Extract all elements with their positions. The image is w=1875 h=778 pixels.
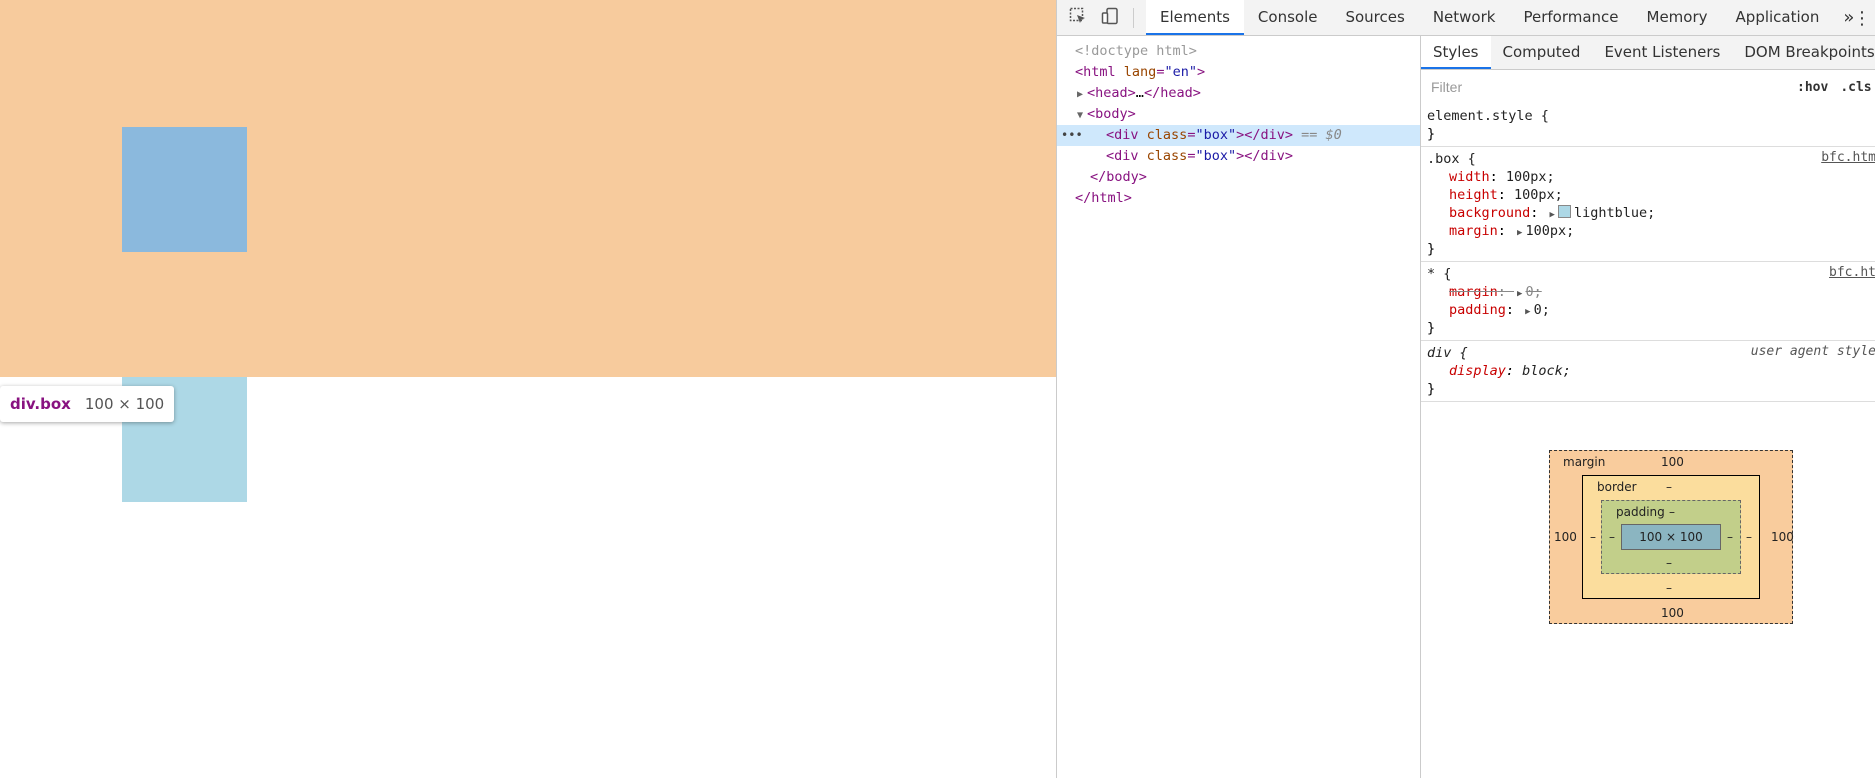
dom-body-node[interactable]: ▼ <body> [1057, 104, 1420, 125]
tooltip-selector: div.box [10, 395, 71, 413]
rule-source-link[interactable]: bfc.ht [1829, 265, 1875, 280]
inspect-tooltip: div.box 100 × 100 [0, 386, 175, 422]
border-label: border [1597, 480, 1637, 494]
css-property[interactable]: height: 100px; [1427, 186, 1875, 204]
tab-performance[interactable]: Performance [1509, 0, 1632, 35]
rule-selector[interactable]: .box { [1427, 150, 1875, 168]
subtab-event-listeners[interactable]: Event Listeners [1592, 36, 1732, 69]
dom-tree: <!doctype html> <html lang="en"> ▶ <head>… [1057, 36, 1421, 778]
border-bottom-value[interactable]: – [1666, 581, 1672, 595]
tab-memory[interactable]: Memory [1633, 0, 1722, 35]
rule-source-label: user agent style [1750, 344, 1875, 359]
css-property[interactable]: background: ▶ lightblue; [1427, 204, 1875, 222]
devtools-panel: Elements Console Sources Network Perform… [1056, 0, 1875, 778]
rule-source-link[interactable]: bfc.htm [1821, 150, 1875, 165]
class-toggle[interactable]: .cls [1840, 80, 1871, 95]
dom-html-close[interactable]: </html> [1057, 188, 1420, 209]
subtab-styles[interactable]: Styles [1421, 36, 1491, 69]
dom-div-box[interactable]: <div class="box"></div> [1057, 146, 1420, 167]
dom-body-close[interactable]: </body> [1057, 167, 1420, 188]
padding-right-value[interactable]: – [1727, 530, 1733, 544]
styles-filter-input[interactable] [1425, 75, 1785, 99]
color-swatch[interactable] [1557, 205, 1571, 218]
styles-subtabs: Styles Computed Event Listeners DOM Brea… [1421, 36, 1875, 70]
rule-close: } [1427, 320, 1436, 336]
padding-label: padding [1616, 505, 1665, 519]
border-right-value[interactable]: – [1746, 530, 1752, 544]
page-viewport: div.box 100 × 100 [0, 0, 1056, 778]
padding-bottom-value[interactable]: – [1666, 556, 1672, 570]
main-tabs: Elements Console Sources Network Perform… [1146, 0, 1864, 35]
subtab-dom-breakpoints[interactable]: DOM Breakpoints [1732, 36, 1875, 69]
border-top-value[interactable]: – [1666, 480, 1672, 494]
devtools-toolbar: Elements Console Sources Network Perform… [1057, 0, 1875, 36]
box-model-diagram: 100 × 100 margin 100 100 100 100 border … [1549, 450, 1794, 624]
rule-element-style: element.style { } [1421, 104, 1875, 147]
collapse-triangle-icon[interactable]: ▼ [1077, 105, 1087, 126]
rule-selector[interactable]: * { [1427, 265, 1875, 283]
box-model-content[interactable]: 100 × 100 [1621, 524, 1721, 550]
tab-network[interactable]: Network [1419, 0, 1510, 35]
border-left-value[interactable]: – [1590, 530, 1596, 544]
margin-top-value[interactable]: 100 [1661, 455, 1684, 469]
inspect-element-icon[interactable] [1069, 7, 1087, 29]
expand-triangle-icon[interactable]: ▶ [1077, 84, 1087, 105]
css-property[interactable]: width: 100px; [1427, 168, 1875, 186]
devtools-menu-icon[interactable]: ⋮ [1853, 8, 1871, 29]
expand-shorthand-icon[interactable]: ▶ [1517, 224, 1522, 242]
dom-html-node[interactable]: <html lang="en"> [1057, 62, 1420, 83]
tab-elements[interactable]: Elements [1146, 0, 1244, 35]
tab-console[interactable]: Console [1244, 0, 1332, 35]
padding-left-value[interactable]: – [1609, 530, 1615, 544]
hover-state-toggle[interactable]: :hov [1797, 80, 1828, 95]
subtab-computed[interactable]: Computed [1491, 36, 1593, 69]
dom-doctype[interactable]: <!doctype html> [1057, 41, 1420, 62]
rule-close: } [1427, 241, 1436, 257]
style-rules: element.style { } bfc.htm .box { width: … [1421, 104, 1875, 402]
tooltip-dimensions: 100 × 100 [84, 395, 165, 413]
filter-row: :hov .cls [1421, 70, 1875, 104]
tab-application[interactable]: Application [1722, 0, 1834, 35]
margin-right-value[interactable]: 100 [1771, 530, 1794, 544]
dom-head-node[interactable]: ▶ <head>…</head> [1057, 83, 1420, 104]
rule-user-agent-div: user agent style div { display: block; } [1421, 341, 1875, 402]
padding-top-value[interactable]: – [1669, 505, 1675, 519]
margin-label: margin [1563, 455, 1606, 469]
device-toolbar-icon[interactable] [1101, 7, 1119, 29]
css-property: display: block; [1449, 363, 1571, 379]
rule-box: bfc.htm .box { width: 100px; height: 100… [1421, 147, 1875, 262]
css-property[interactable]: padding: ▶ 0; [1427, 301, 1875, 319]
rule-close: } [1427, 381, 1436, 397]
margin-left-value[interactable]: 100 [1554, 530, 1577, 544]
css-property-overridden[interactable]: margin: ▶ 0; [1427, 283, 1875, 301]
css-property[interactable]: margin: ▶ 100px; [1427, 222, 1875, 240]
row-actions-icon[interactable]: ••• [1061, 125, 1083, 146]
rule-universal: bfc.ht * { margin: ▶ 0; padding: ▶ 0; } [1421, 262, 1875, 341]
styles-pane: Styles Computed Event Listeners DOM Brea… [1421, 36, 1875, 778]
toolbar-divider [1133, 7, 1134, 28]
margin-bottom-value[interactable]: 100 [1661, 606, 1684, 620]
box-element-highlighted[interactable] [122, 127, 247, 252]
dom-div-box-selected[interactable]: ••• <div class="box"></div> == $0 [1057, 125, 1420, 146]
rule-close: } [1427, 126, 1436, 142]
tab-sources[interactable]: Sources [1331, 0, 1418, 35]
rule-selector[interactable]: element.style { [1427, 107, 1875, 125]
box-model-content-size: 100 × 100 [1639, 530, 1703, 544]
expand-shorthand-icon[interactable]: ▶ [1525, 303, 1530, 321]
